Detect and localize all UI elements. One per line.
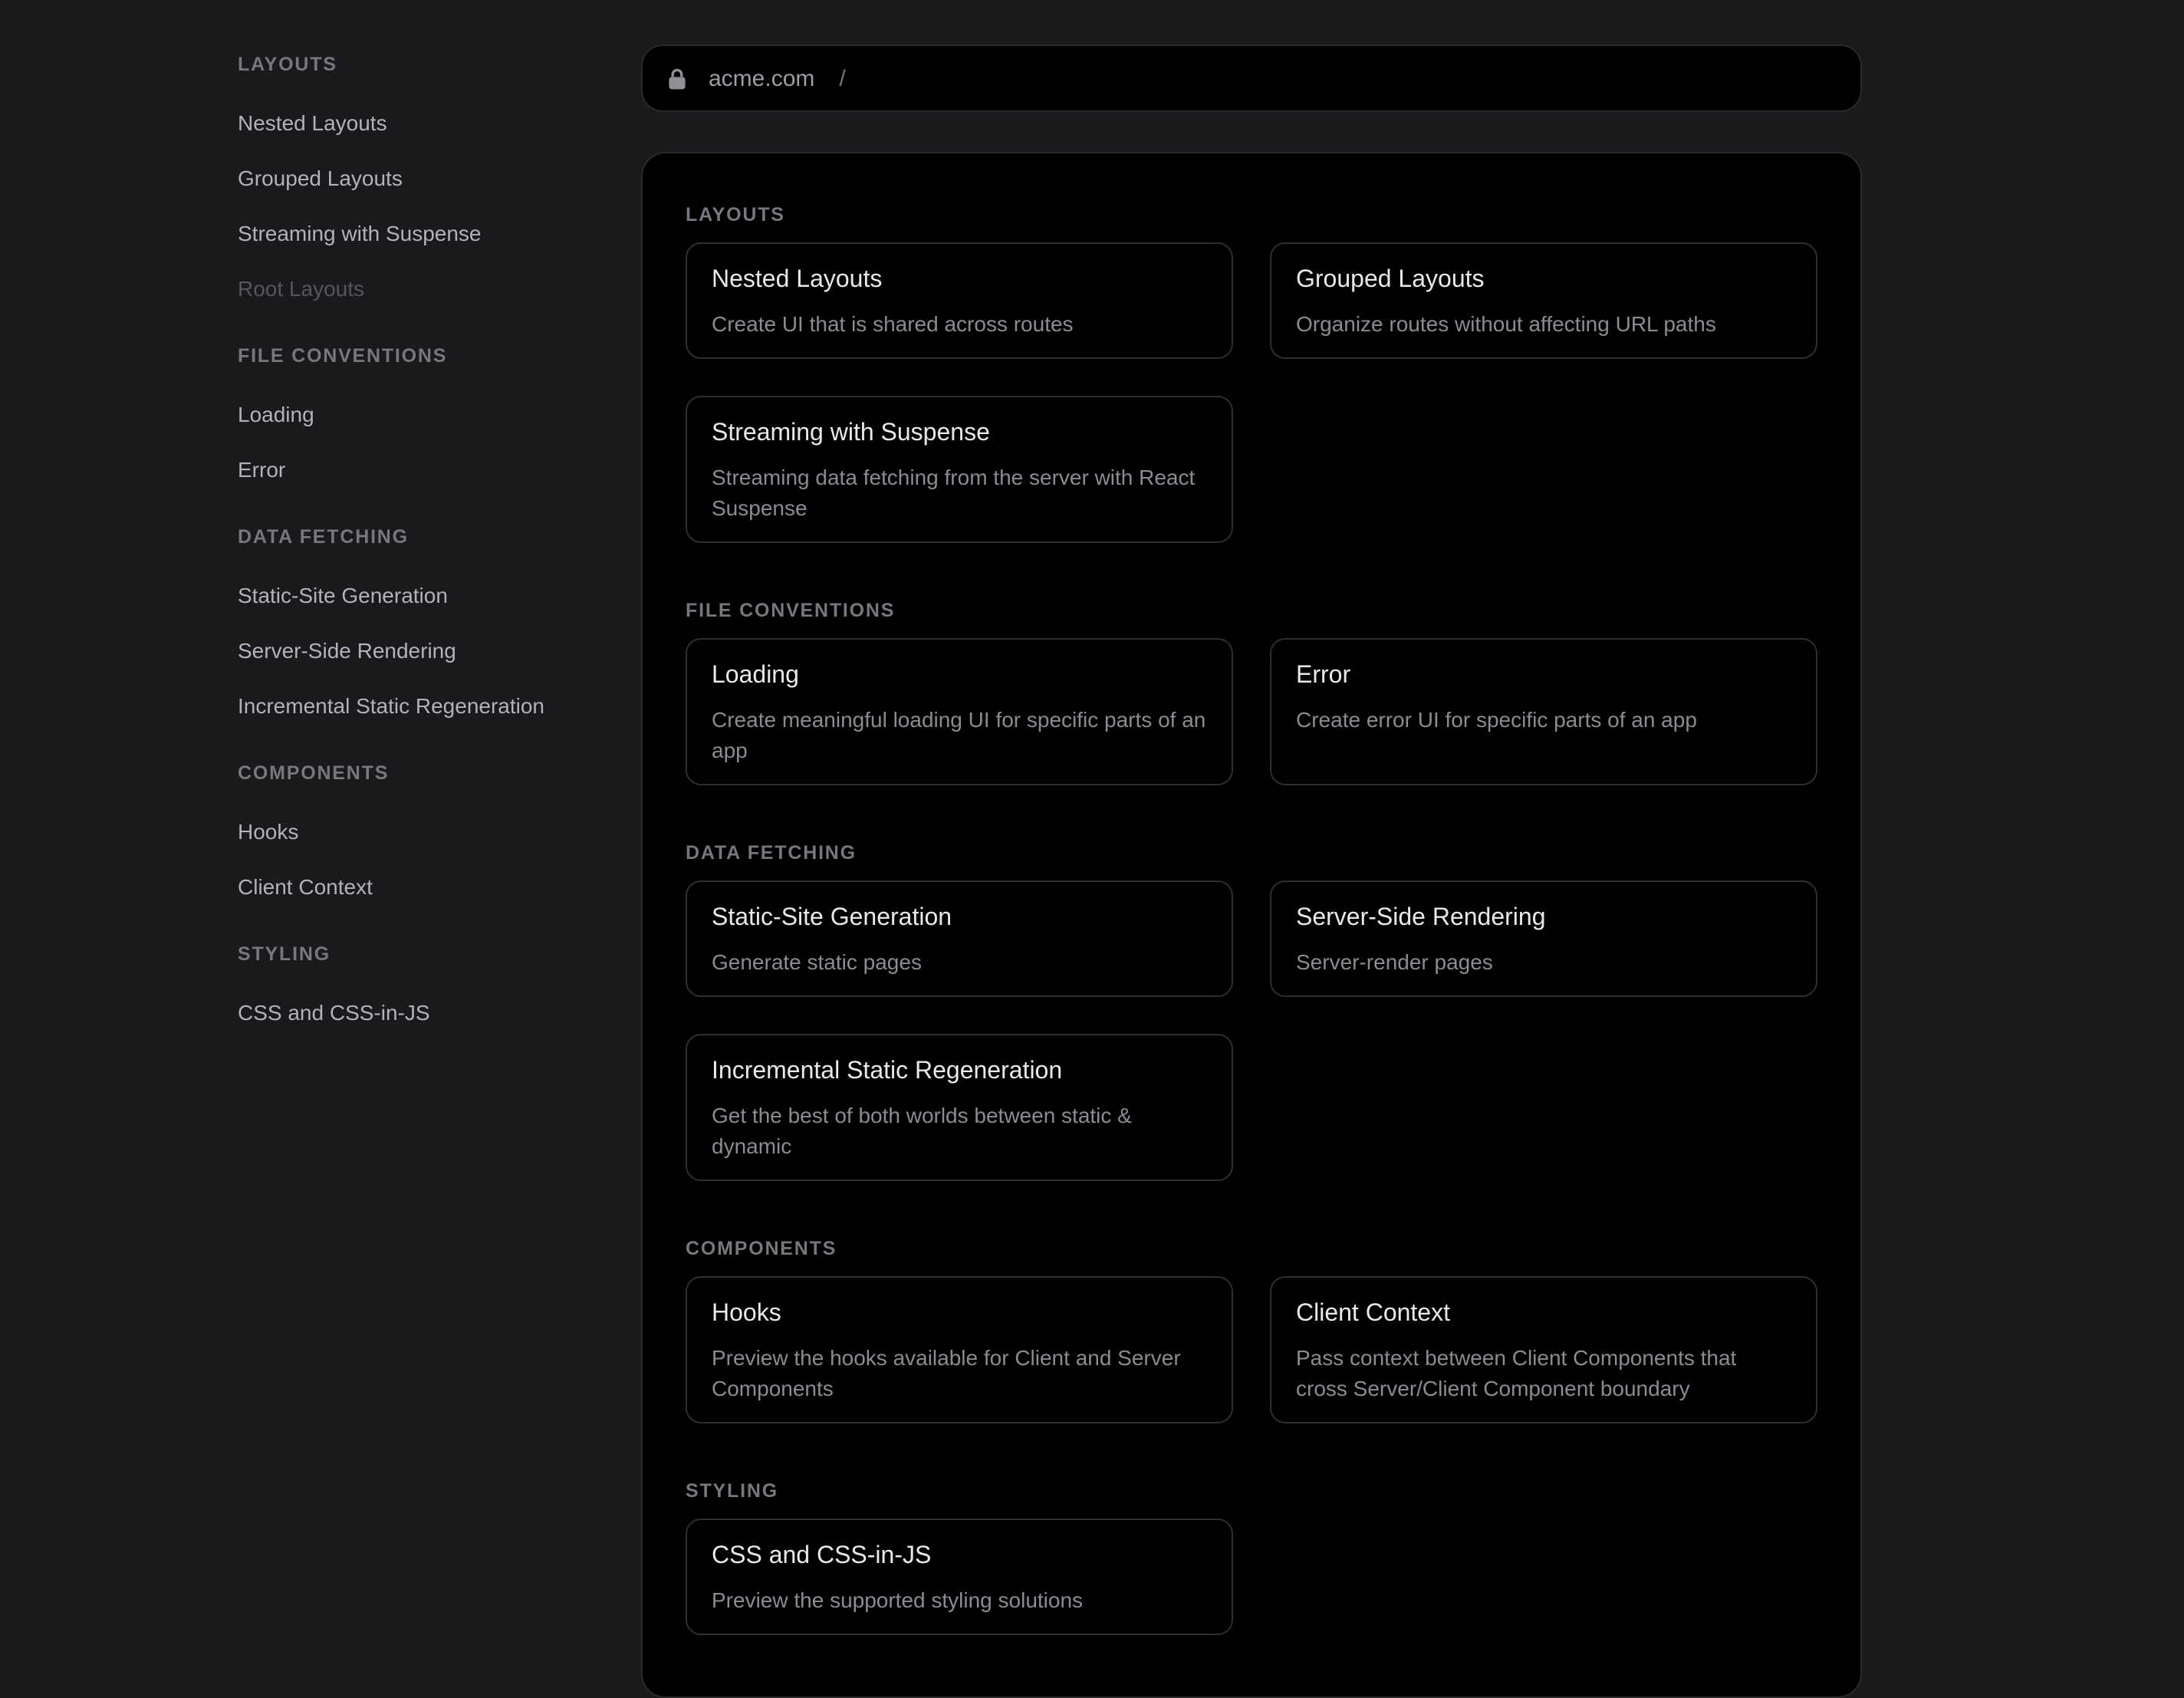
card-static-site-generation[interactable]: Static-Site Generation Generate static p…: [686, 880, 1233, 997]
card-title: Hooks: [712, 1296, 1207, 1333]
browser-demo-area: acme.com / Layouts Nested Layouts Create…: [641, 44, 1862, 1698]
card-grid: CSS and CSS-in-JS Preview the supported …: [686, 1519, 1817, 1635]
app-playground: Layouts Nested Layouts Grouped Layouts S…: [0, 0, 2184, 1600]
card-grid: Static-Site Generation Generate static p…: [686, 880, 1817, 1181]
sidebar-section-title: Styling: [238, 942, 624, 966]
card-grouped-layouts[interactable]: Grouped Layouts Organize routes without …: [1270, 242, 1817, 359]
sidebar: Layouts Nested Layouts Grouped Layouts S…: [238, 52, 624, 1040]
sidebar-section-list: Static-Site Generation Server-Side Rende…: [238, 568, 624, 733]
sidebar-section-list: CSS and CSS-in-JS: [238, 985, 624, 1040]
main-section-layouts: Layouts Nested Layouts Create UI that is…: [686, 202, 1817, 543]
main-section-title: Styling: [686, 1479, 1817, 1503]
sidebar-item-static-site-generation[interactable]: Static-Site Generation: [238, 568, 624, 623]
sidebar-item-server-side-rendering[interactable]: Server-Side Rendering: [238, 623, 624, 678]
main-section-components: Components Hooks Preview the hooks avail…: [686, 1236, 1817, 1423]
sidebar-section-title: Data Fetching: [238, 525, 624, 549]
lock-icon: [667, 67, 687, 90]
sidebar-list-item: CSS and CSS-in-JS: [238, 985, 624, 1040]
sidebar-list-item: Static-Site Generation: [238, 568, 624, 623]
sidebar-item-nested-layouts[interactable]: Nested Layouts: [238, 95, 624, 150]
card-streaming-with-suspense[interactable]: Streaming with Suspense Streaming data f…: [686, 396, 1233, 543]
main-section-title: File Conventions: [686, 598, 1817, 623]
sidebar-item-hooks[interactable]: Hooks: [238, 804, 624, 859]
sidebar-section-styling: Styling CSS and CSS-in-JS: [238, 942, 624, 1040]
sidebar-item-css-and-css-in-js[interactable]: CSS and CSS-in-JS: [238, 985, 624, 1040]
main-section-title: Components: [686, 1236, 1817, 1261]
sidebar-item-error[interactable]: Error: [238, 442, 624, 497]
card-nested-layouts[interactable]: Nested Layouts Create UI that is shared …: [686, 242, 1233, 359]
card-title: Static-Site Generation: [712, 900, 1207, 937]
sidebar-section-components: Components Hooks Client Context: [238, 761, 624, 914]
card-description: Create meaningful loading UI for specifi…: [712, 704, 1207, 765]
sidebar-list-item: Server-Side Rendering: [238, 623, 624, 678]
card-css-and-css-in-js[interactable]: CSS and CSS-in-JS Preview the supported …: [686, 1519, 1233, 1635]
main-section-styling: Styling CSS and CSS-in-JS Preview the su…: [686, 1479, 1817, 1635]
sidebar-list-item: Root Layouts: [238, 261, 624, 316]
card-title: CSS and CSS-in-JS: [712, 1538, 1207, 1575]
sidebar-section-list: Loading Error: [238, 387, 624, 497]
sidebar-section-file-conventions: File Conventions Loading Error: [238, 344, 624, 497]
sidebar-item-grouped-layouts[interactable]: Grouped Layouts: [238, 150, 624, 206]
sidebar-list-item: Grouped Layouts: [238, 150, 624, 206]
sidebar-section-layouts: Layouts Nested Layouts Grouped Layouts S…: [238, 52, 624, 316]
card-title: Streaming with Suspense: [712, 416, 1207, 452]
sidebar-section-list: Nested Layouts Grouped Layouts Streaming…: [238, 95, 624, 316]
card-incremental-static-regeneration[interactable]: Incremental Static Regeneration Get the …: [686, 1034, 1233, 1181]
main-section-data-fetching: Data Fetching Static-Site Generation Gen…: [686, 841, 1817, 1181]
main-section-title: Layouts: [686, 202, 1817, 227]
card-title: Loading: [712, 658, 1207, 695]
card-description: Organize routes without affecting URL pa…: [1296, 308, 1791, 339]
sidebar-list-item: Incremental Static Regeneration: [238, 678, 624, 733]
sidebar-section-title: Layouts: [238, 52, 624, 77]
card-description: Preview the supported styling solutions: [712, 1584, 1207, 1615]
card-description: Generate static pages: [712, 946, 1207, 977]
sidebar-item-incremental-static-regeneration[interactable]: Incremental Static Regeneration: [238, 678, 624, 733]
sidebar-item-streaming-with-suspense[interactable]: Streaming with Suspense: [238, 206, 624, 261]
card-grid: Loading Create meaningful loading UI for…: [686, 638, 1817, 785]
card-loading[interactable]: Loading Create meaningful loading UI for…: [686, 638, 1233, 785]
sidebar-section-list: Hooks Client Context: [238, 804, 624, 914]
card-hooks[interactable]: Hooks Preview the hooks available for Cl…: [686, 1276, 1233, 1423]
card-description: Get the best of both worlds between stat…: [712, 1100, 1207, 1161]
sidebar-list-item: Nested Layouts: [238, 95, 624, 150]
card-title: Grouped Layouts: [1296, 262, 1791, 299]
address-path-separator: /: [839, 65, 845, 91]
main-section-title: Data Fetching: [686, 841, 1817, 865]
sidebar-list-item: Client Context: [238, 859, 624, 914]
address-domain: acme.com: [709, 65, 814, 91]
sidebar-section-data-fetching: Data Fetching Static-Site Generation Ser…: [238, 525, 624, 733]
sidebar-list-item: Hooks: [238, 804, 624, 859]
card-error[interactable]: Error Create error UI for specific parts…: [1270, 638, 1817, 785]
card-description: Create UI that is shared across routes: [712, 308, 1207, 339]
demo-panel: Layouts Nested Layouts Create UI that is…: [641, 152, 1862, 1698]
sidebar-item-loading[interactable]: Loading: [238, 387, 624, 442]
main-section-file-conventions: File Conventions Loading Create meaningf…: [686, 598, 1817, 785]
sidebar-item-root-layouts: Root Layouts: [238, 261, 624, 316]
card-title: Error: [1296, 658, 1791, 695]
card-title: Incremental Static Regeneration: [712, 1054, 1207, 1091]
card-description: Server-render pages: [1296, 946, 1791, 977]
address-bar: acme.com /: [641, 44, 1862, 112]
card-title: Nested Layouts: [712, 262, 1207, 299]
card-description: Create error UI for specific parts of an…: [1296, 704, 1791, 735]
sidebar-list-item: Streaming with Suspense: [238, 206, 624, 261]
card-grid: Nested Layouts Create UI that is shared …: [686, 242, 1817, 543]
card-description: Preview the hooks available for Client a…: [712, 1342, 1207, 1403]
sidebar-item-client-context[interactable]: Client Context: [238, 859, 624, 914]
sidebar-list-item: Loading: [238, 387, 624, 442]
sidebar-list-item: Error: [238, 442, 624, 497]
card-grid: Hooks Preview the hooks available for Cl…: [686, 1276, 1817, 1423]
card-client-context[interactable]: Client Context Pass context between Clie…: [1270, 1276, 1817, 1423]
sidebar-section-title: Components: [238, 761, 624, 785]
sidebar-section-title: File Conventions: [238, 344, 624, 368]
card-description: Pass context between Client Components t…: [1296, 1342, 1791, 1403]
card-description: Streaming data fetching from the server …: [712, 462, 1207, 523]
card-title: Server-Side Rendering: [1296, 900, 1791, 937]
card-server-side-rendering[interactable]: Server-Side Rendering Server-render page…: [1270, 880, 1817, 997]
card-title: Client Context: [1296, 1296, 1791, 1333]
